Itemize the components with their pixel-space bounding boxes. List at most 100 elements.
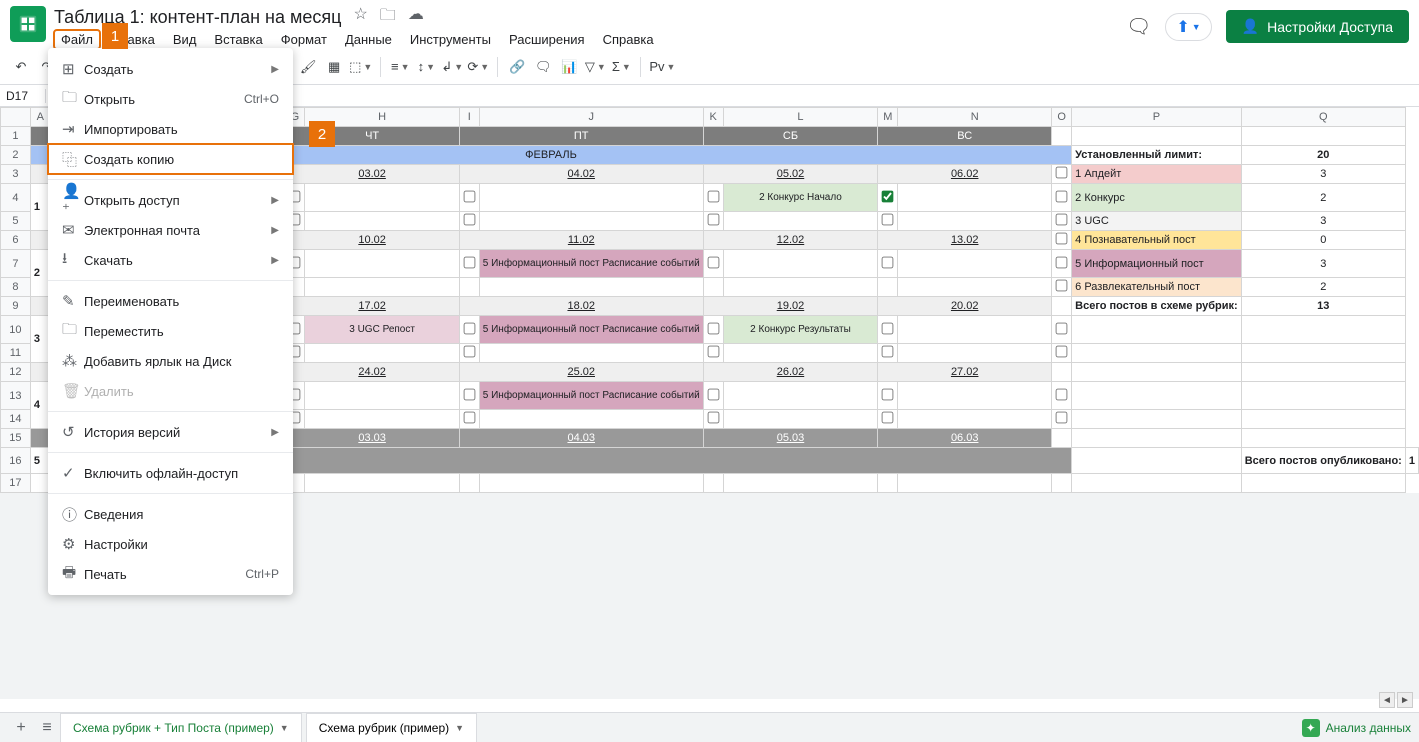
cb[interactable] (882, 256, 894, 268)
row-4[interactable]: 4 (1, 184, 31, 212)
sheet-list-button[interactable]: ≡ (34, 719, 60, 737)
cb[interactable] (463, 214, 475, 226)
menu-help[interactable]: Справка (596, 30, 661, 49)
cb[interactable] (1056, 256, 1068, 268)
cb[interactable] (707, 214, 719, 226)
cb[interactable] (707, 322, 719, 334)
row-14[interactable]: 14 (1, 410, 31, 429)
col-O[interactable]: O (1052, 108, 1072, 127)
file-menu-включить-офлайн-доступ[interactable]: ✓Включить офлайн-доступ (48, 458, 293, 488)
cb[interactable] (707, 346, 719, 358)
move-icon[interactable]: 🗀 (380, 4, 396, 31)
cb[interactable] (463, 256, 475, 268)
comment-button[interactable]: 🗨 (532, 55, 554, 79)
file-menu-настройки[interactable]: ⚙Настройки (48, 529, 293, 559)
valign-button[interactable]: ↕▼ (415, 55, 437, 79)
col-P[interactable]: P (1072, 108, 1242, 127)
sheets-logo[interactable] (10, 6, 46, 42)
cb[interactable] (707, 412, 719, 424)
col-L[interactable]: L (723, 108, 878, 127)
cb[interactable] (463, 388, 475, 400)
row-1[interactable]: 1 (1, 127, 31, 146)
merge-button[interactable]: ⬚▼ (349, 55, 372, 79)
row-15[interactable]: 15 (1, 429, 31, 448)
borders-button[interactable]: ▦ (323, 55, 345, 79)
menu-file[interactable]: Файл (54, 30, 100, 49)
add-sheet-button[interactable]: + (8, 719, 34, 737)
sheet-tab-1[interactable]: Схема рубрик + Тип Поста (пример)▼ (60, 713, 302, 742)
cb[interactable] (1056, 346, 1068, 358)
cb[interactable] (1056, 322, 1068, 334)
row-10[interactable]: 10 (1, 316, 31, 344)
row-6[interactable]: 6 (1, 231, 31, 250)
comments-icon[interactable]: 🗨 (1126, 14, 1151, 39)
file-menu-печать[interactable]: 🖶ПечатьCtrl+P (48, 559, 293, 589)
cb-checked[interactable] (882, 190, 894, 202)
sheet-tab-2[interactable]: Схема рубрик (пример)▼ (306, 713, 477, 742)
row-12[interactable]: 12 (1, 363, 31, 382)
file-menu-добавить-ярлык-на-диск[interactable]: ⁂Добавить ярлык на Диск (48, 346, 293, 376)
row-9[interactable]: 9 (1, 297, 31, 316)
file-menu-открыть-доступ[interactable]: 👤⁺Открыть доступ▶ (48, 185, 293, 215)
file-menu-импортировать[interactable]: ⇥Импортировать (48, 114, 293, 144)
cb[interactable] (1056, 214, 1068, 226)
cb[interactable] (707, 256, 719, 268)
file-menu-сведения[interactable]: ⓘСведения (48, 499, 293, 529)
menu-insert[interactable]: Вставка (207, 30, 269, 49)
link-button[interactable]: 🔗 (506, 55, 528, 79)
file-menu-история-версий[interactable]: ↺История версий▶ (48, 417, 293, 447)
star-icon[interactable]: ☆ (353, 4, 367, 31)
row-11[interactable]: 11 (1, 344, 31, 363)
cb[interactable] (1056, 388, 1068, 400)
sum1-cb[interactable] (1056, 167, 1068, 179)
menu-ext[interactable]: Расширения (502, 30, 592, 49)
cloud-icon[interactable]: ☁ (408, 4, 424, 31)
row-2[interactable]: 2 (1, 146, 31, 165)
menu-data[interactable]: Данные (338, 30, 399, 49)
cb[interactable] (882, 412, 894, 424)
cb[interactable] (882, 388, 894, 400)
row-13[interactable]: 13 (1, 382, 31, 410)
cb[interactable] (1056, 412, 1068, 424)
file-menu-создать[interactable]: ⊞Создать▶ (48, 54, 293, 84)
cb[interactable] (882, 346, 894, 358)
menu-tools[interactable]: Инструменты (403, 30, 498, 49)
explore-button[interactable]: ✦ Анализ данных (1302, 719, 1411, 737)
chart-button[interactable]: 📊 (558, 55, 580, 79)
cb[interactable] (463, 412, 475, 424)
row-16[interactable]: 16 (1, 448, 31, 474)
file-menu-переименовать[interactable]: ✎Переименовать (48, 286, 293, 316)
cb[interactable] (1056, 280, 1068, 292)
row-8[interactable]: 8 (1, 278, 31, 297)
history-button[interactable]: ⬆▼ (1165, 13, 1211, 41)
row-17[interactable]: 17 (1, 474, 31, 493)
pv-button[interactable]: Pv▼ (649, 55, 675, 79)
functions-button[interactable]: Σ▼ (610, 55, 632, 79)
col-M[interactable]: M (878, 108, 898, 127)
doc-title[interactable]: Таблица 1: контент-план на месяц (54, 7, 341, 28)
share-button[interactable]: 👤 Настройки Доступа (1226, 10, 1409, 43)
col-K[interactable]: K (703, 108, 723, 127)
fillcolor-button[interactable]: 🖌 (297, 55, 319, 79)
halign-button[interactable]: ≡▼ (389, 55, 411, 79)
row-7[interactable]: 7 (1, 250, 31, 278)
col-I[interactable]: I (459, 108, 479, 127)
wrap-button[interactable]: ↲▼ (441, 55, 463, 79)
col-N[interactable]: N (898, 108, 1052, 127)
file-menu-открыть[interactable]: 🗀ОткрытьCtrl+O (48, 84, 293, 114)
menu-view[interactable]: Вид (166, 30, 204, 49)
cb[interactable] (1056, 190, 1068, 202)
filter-button[interactable]: ▽▼ (584, 55, 606, 79)
file-menu-создать-копию[interactable]: ⿻Создать копию (48, 144, 293, 174)
cb[interactable] (707, 190, 719, 202)
scroll-right-button[interactable]: ► (1397, 692, 1413, 708)
cb[interactable] (707, 388, 719, 400)
file-menu-электронная-почта[interactable]: ✉Электронная почта▶ (48, 215, 293, 245)
col-J[interactable]: J (479, 108, 703, 127)
rotate-button[interactable]: ⟳▼ (467, 55, 489, 79)
file-menu-скачать[interactable]: ⭳Скачать▶ (48, 245, 293, 275)
scroll-left-button[interactable]: ◄ (1379, 692, 1395, 708)
select-all[interactable] (1, 108, 31, 127)
cb[interactable] (463, 190, 475, 202)
col-Q[interactable]: Q (1241, 108, 1405, 127)
